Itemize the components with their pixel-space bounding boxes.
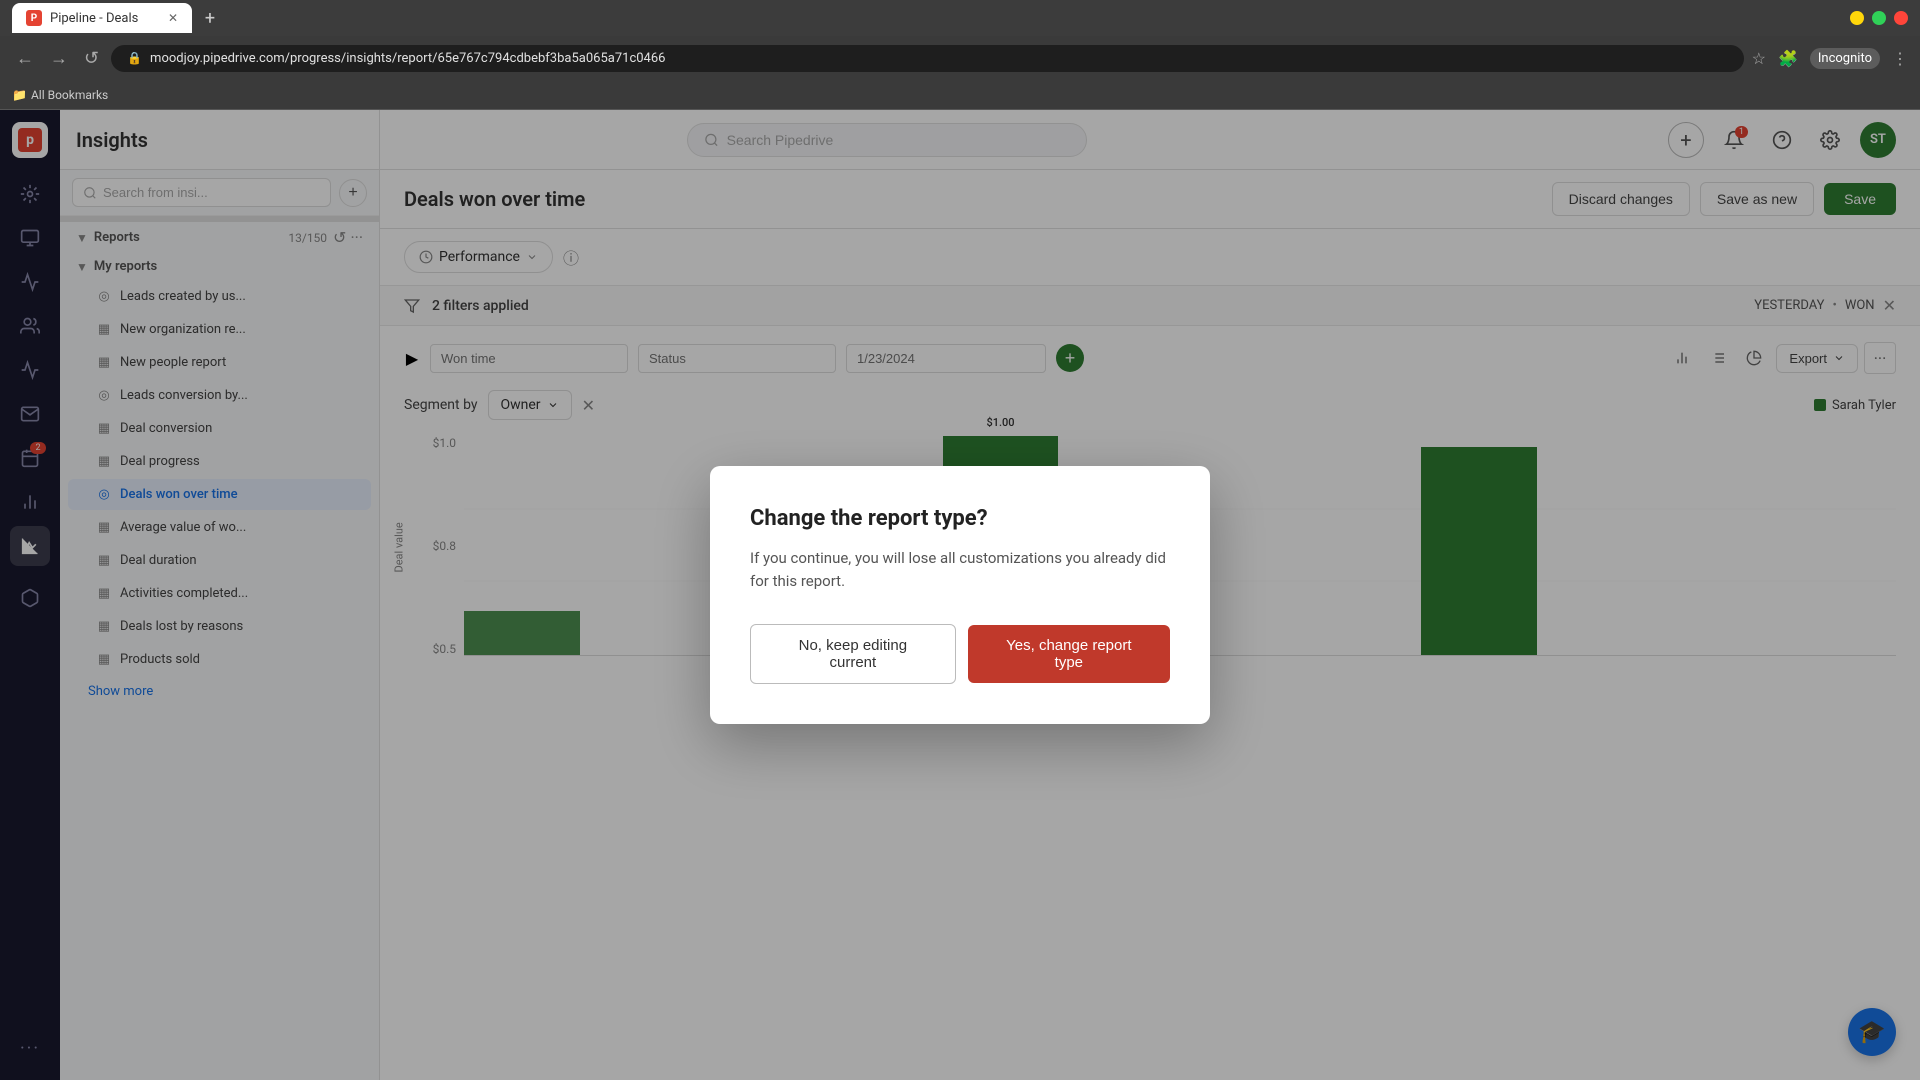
modal-cancel-button[interactable]: No, keep editing current [750, 624, 956, 684]
nav-forward-button[interactable]: → [46, 44, 72, 73]
lock-icon: 🔒 [127, 51, 142, 65]
modal-confirm-button[interactable]: Yes, change report type [968, 625, 1170, 683]
window-close[interactable] [1894, 11, 1908, 25]
modal-body: If you continue, you will lose all custo… [750, 547, 1170, 592]
tab-title: Pipeline - Deals [50, 11, 138, 26]
tab-favicon: P [26, 10, 42, 26]
bookmarks-label: All Bookmarks [31, 88, 108, 102]
modal-overlay[interactable]: Change the report type? If you continue,… [0, 110, 1920, 1080]
nav-refresh-button[interactable]: ↺ [80, 44, 103, 73]
menu-icon[interactable]: ⋮ [1892, 49, 1908, 68]
url-display: moodjoy.pipedrive.com/progress/insights/… [150, 51, 1728, 66]
bookmark-star-icon[interactable]: ☆ [1752, 49, 1766, 68]
new-tab-button[interactable]: + [196, 4, 224, 32]
browser-tab[interactable]: P Pipeline - Deals ✕ [12, 3, 192, 33]
address-bar[interactable]: 🔒 moodjoy.pipedrive.com/progress/insight… [111, 45, 1744, 72]
change-report-type-modal: Change the report type? If you continue,… [710, 466, 1210, 724]
extensions-icon[interactable]: 🧩 [1778, 49, 1798, 68]
window-maximize[interactable] [1872, 11, 1886, 25]
nav-back-button[interactable]: ← [12, 44, 38, 73]
modal-actions: No, keep editing current Yes, change rep… [750, 624, 1170, 684]
tab-close-button[interactable]: ✕ [168, 11, 178, 25]
bookmarks-folder-icon: 📁 [12, 88, 27, 102]
window-minimize[interactable] [1850, 11, 1864, 25]
profile-icon[interactable]: Incognito [1810, 48, 1880, 69]
modal-title: Change the report type? [750, 506, 1170, 531]
